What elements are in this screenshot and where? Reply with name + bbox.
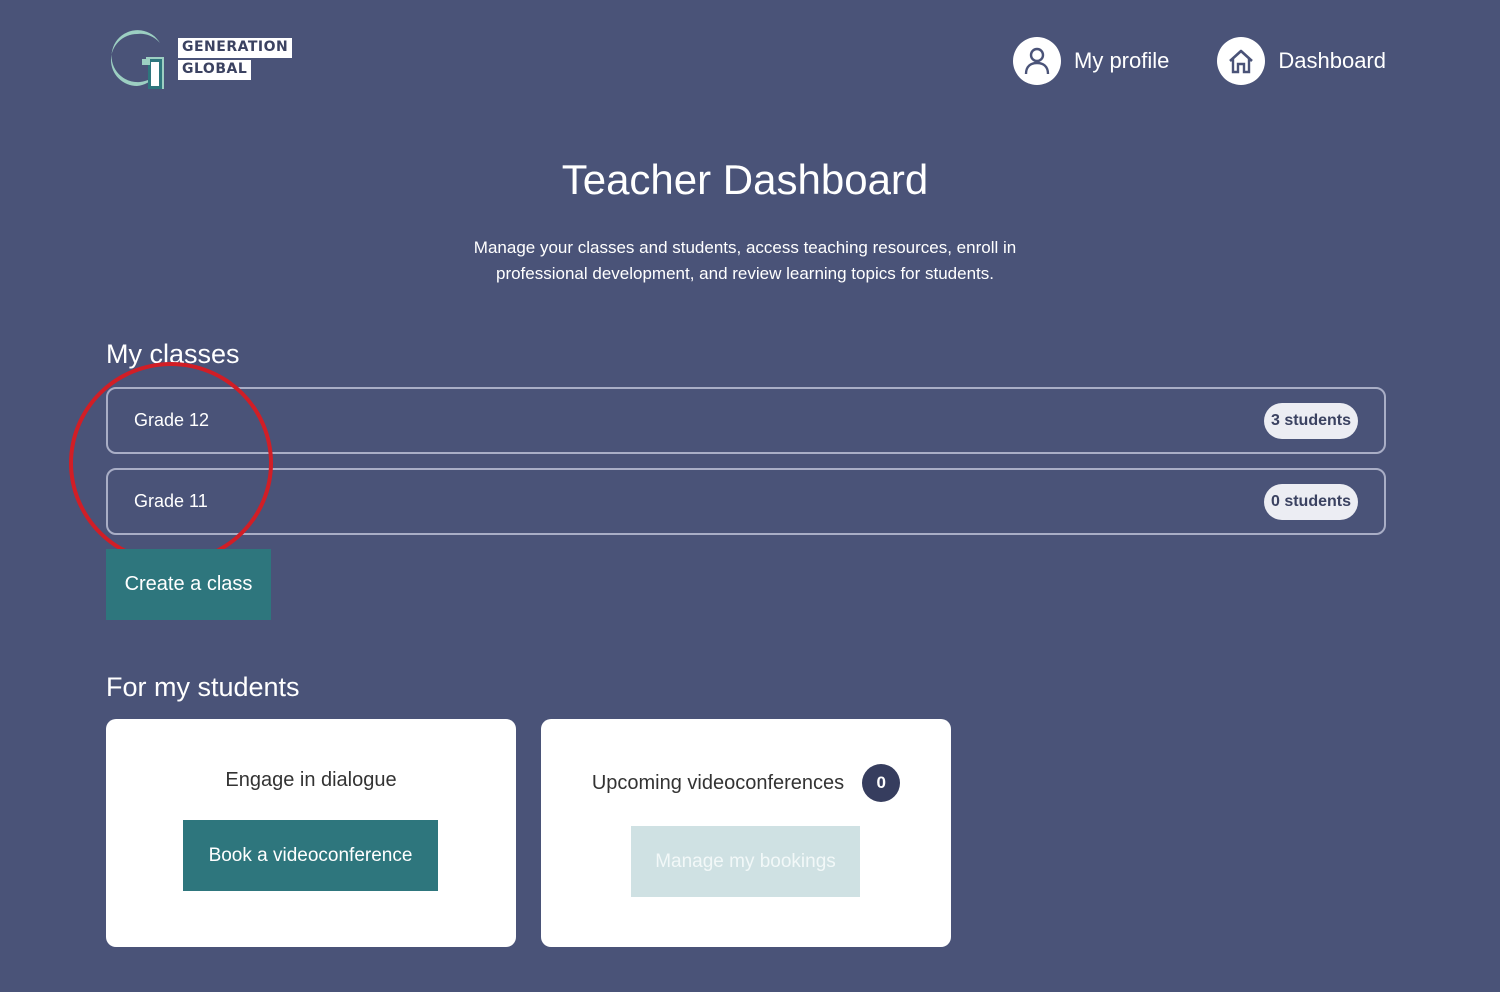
- engage-dialogue-card: Engage in dialogue Book a videoconferenc…: [106, 719, 516, 947]
- student-count-badge: 3 students: [1263, 402, 1358, 439]
- book-videoconference-button[interactable]: Book a videoconference: [183, 820, 438, 891]
- student-count-badge: 0 students: [1263, 483, 1358, 520]
- page-title: Teacher Dashboard: [561, 156, 929, 203]
- class-name: Grade 11: [134, 491, 208, 511]
- class-row-grade-12[interactable]: Grade 12 3 students: [106, 387, 1386, 454]
- top-navigation: My profile Dashboard: [1013, 37, 1386, 85]
- class-name: Grade 12: [134, 410, 210, 430]
- my-classes-heading: My classes: [106, 339, 240, 369]
- manage-bookings-button[interactable]: Manage my bookings: [631, 826, 860, 897]
- logo-word-global: GLOBAL: [178, 60, 252, 80]
- logo-wordmark: GENERATION GLOBAL: [178, 38, 293, 82]
- card-title: Upcoming videoconferences: [591, 771, 845, 794]
- nav-dashboard[interactable]: Dashboard: [1217, 37, 1386, 85]
- user-icon: [1013, 37, 1061, 85]
- card-title-row: Upcoming videoconferences 0: [541, 764, 951, 802]
- videoconference-count-badge: 0: [862, 764, 901, 802]
- card-title: Engage in dialogue: [225, 769, 397, 791]
- nav-my-profile[interactable]: My profile: [1013, 37, 1169, 85]
- page-intro-line-2: professional development, and review lea…: [495, 264, 994, 283]
- logo-word-generation: GENERATION: [178, 38, 293, 58]
- site-logo[interactable]: GENERATION GLOBAL: [106, 29, 296, 93]
- create-class-button[interactable]: Create a class: [106, 549, 271, 620]
- home-icon: [1217, 37, 1266, 85]
- upcoming-videoconferences-card: Upcoming videoconferences 0 Manage my bo…: [541, 719, 951, 947]
- nav-my-profile-label: My profile: [1074, 48, 1170, 73]
- page-intro: Manage your classes and students, access…: [0, 235, 1490, 287]
- for-my-students-heading: For my students: [106, 672, 300, 702]
- page-intro-line-1: Manage your classes and students, access…: [473, 238, 1017, 257]
- generation-global-logo-icon: [111, 30, 164, 90]
- nav-dashboard-label: Dashboard: [1278, 48, 1386, 73]
- class-row-grade-11[interactable]: Grade 11 0 students: [106, 468, 1386, 535]
